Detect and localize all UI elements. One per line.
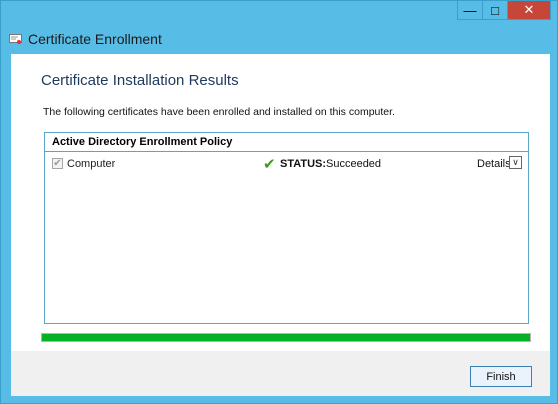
window-title: Certificate Enrollment xyxy=(28,31,162,47)
progress-bar xyxy=(41,333,531,342)
certificate-row: ✔ Computer ✔ STATUS: Succeeded Details ∨ xyxy=(45,152,528,174)
title-bar: Certificate Enrollment xyxy=(9,31,162,47)
close-button[interactable]: ✕ xyxy=(507,1,551,20)
status-label: STATUS: xyxy=(280,158,327,170)
checkmark-icon: ✔ xyxy=(263,156,276,173)
policy-name: Active Directory Enrollment Policy xyxy=(45,133,528,152)
certificate-name: Computer xyxy=(67,158,116,170)
status-value: Succeeded xyxy=(326,158,382,170)
page-heading: Certificate Installation Results xyxy=(41,72,239,89)
certificate-icon xyxy=(9,33,22,44)
chevron-down-icon: ∨ xyxy=(512,157,519,167)
button-bar: Finish xyxy=(11,351,550,396)
close-icon: ✕ xyxy=(523,2,535,17)
caption-buttons: — □ ✕ xyxy=(457,1,551,20)
maximize-button[interactable]: □ xyxy=(482,1,508,20)
minimize-icon: — xyxy=(463,2,477,18)
window-frame: — □ ✕ Certificate Enrollment Certificate… xyxy=(0,0,558,404)
details-label[interactable]: Details xyxy=(477,158,511,170)
certificate-checkbox[interactable]: ✔ xyxy=(52,158,63,169)
check-icon: ✔ xyxy=(53,158,62,169)
page-intro: The following certificates have been enr… xyxy=(43,106,395,118)
minimize-button[interactable]: — xyxy=(457,1,483,20)
maximize-icon: □ xyxy=(491,2,499,18)
wizard-page: Certificate Installation Results The fol… xyxy=(11,54,550,351)
finish-button[interactable]: Finish xyxy=(470,366,532,387)
enrollment-policy-panel: Active Directory Enrollment Policy ✔ Com… xyxy=(44,132,529,324)
details-expand-button[interactable]: ∨ xyxy=(509,156,522,169)
progress-bar-fill xyxy=(42,334,530,341)
